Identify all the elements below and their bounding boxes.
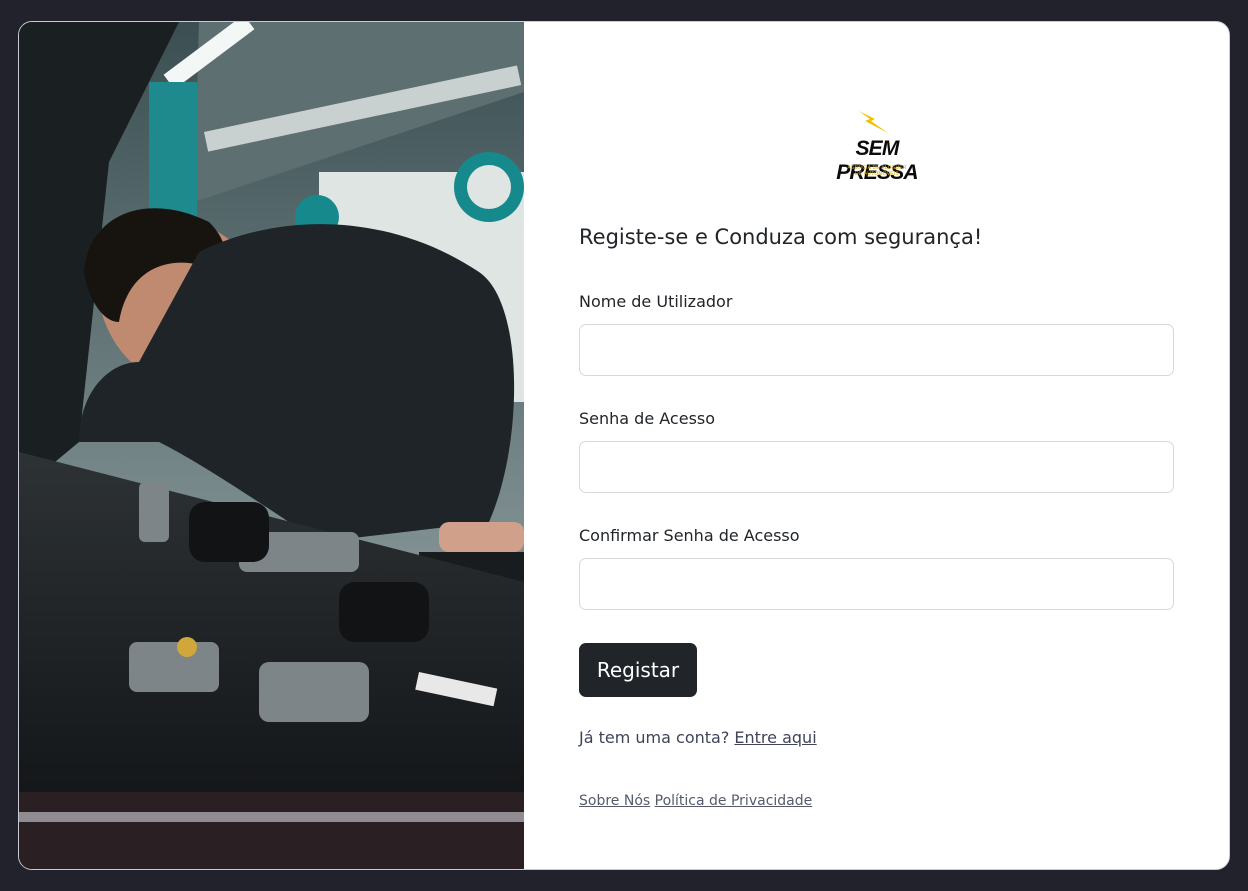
lightning-icon	[859, 111, 888, 133]
footer-links: Sobre Nós Política de Privacidade	[579, 793, 812, 809]
username-label: Nome de Utilizador	[579, 292, 733, 311]
about-link[interactable]: Sobre Nós	[579, 793, 650, 809]
form-panel: SEM PRESSA AGÊNCIA DE ALUGUER DE AUTOMÓV…	[524, 22, 1229, 869]
sem-pressa-logo: SEM PRESSA AGÊNCIA DE ALUGUER DE AUTOMÓV…	[817, 111, 937, 184]
page-title: Registe-se e Conduza com segurança!	[579, 225, 983, 249]
password-field[interactable]	[579, 441, 1174, 493]
login-prompt: Já tem uma conta? Entre aqui	[579, 728, 817, 747]
confirm-password-field[interactable]	[579, 558, 1174, 610]
register-card: SEM PRESSA AGÊNCIA DE ALUGUER DE AUTOMÓV…	[18, 21, 1230, 870]
username-field[interactable]	[579, 324, 1174, 376]
login-link[interactable]: Entre aqui	[734, 728, 816, 747]
mechanic-photo	[19, 22, 524, 869]
password-label: Senha de Acesso	[579, 409, 716, 428]
logo-tagline-line2: DE AUTOMÓVEIS	[855, 171, 899, 177]
privacy-policy-link[interactable]: Política de Privacidade	[655, 793, 813, 809]
register-button[interactable]: Registar	[579, 643, 697, 697]
logo-brand-text: SEM PRESSA	[836, 137, 918, 184]
login-prompt-text: Já tem uma conta?	[579, 728, 730, 747]
confirm-password-label: Confirmar Senha de Acesso	[579, 526, 800, 545]
